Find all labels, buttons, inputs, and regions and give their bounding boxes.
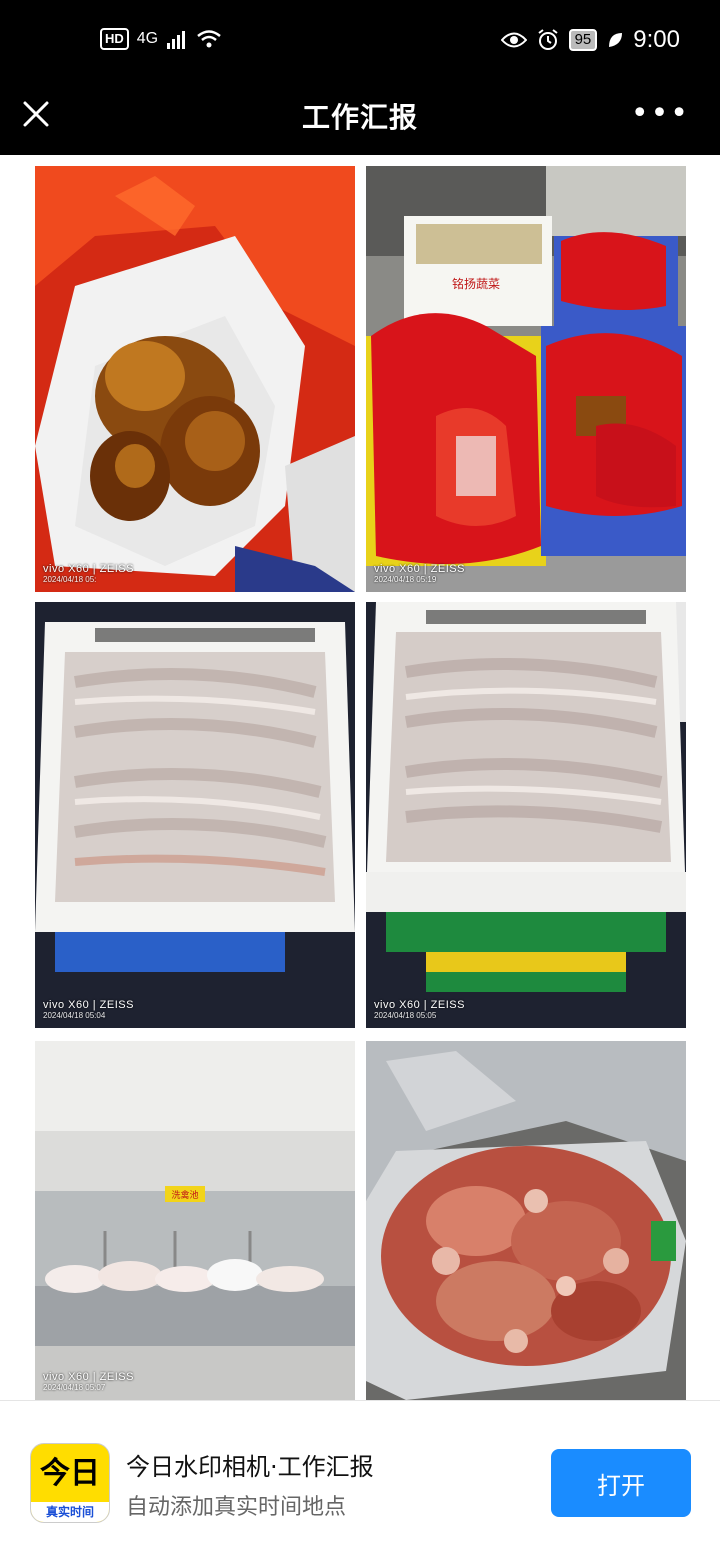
poultry-sink-image: 洗禽池	[35, 1041, 355, 1400]
sink-sign: 洗禽池	[171, 1189, 198, 1201]
status-left: HD 4G	[100, 28, 222, 50]
photo-watermark: vivo X60 | ZEISS 2024/04/18 05:	[43, 563, 134, 584]
app-icon-caption: 真实时间	[31, 1502, 109, 1522]
roast-chicken-image	[35, 166, 355, 592]
app-icon[interactable]: 今日 真实时间	[30, 1443, 110, 1523]
photo-watermark: vivo X60 | ZEISS 2024/04/18 05:04	[43, 999, 134, 1020]
photo-roast-chicken[interactable]: vivo X60 | ZEISS 2024/04/18 05:	[35, 166, 355, 592]
photo-poultry-sink[interactable]: 洗禽池 vivo X60 | ZEISS 2024/04/18 05:07	[35, 1041, 355, 1400]
watermark-timestamp: 2024/04/18 05:	[43, 575, 97, 584]
status-right: 95 9:00	[500, 26, 680, 54]
alarm-icon	[537, 29, 558, 50]
poultry-crate-image	[366, 602, 686, 1028]
app-description: 自动添加真实时间地点	[126, 1495, 347, 1520]
network-label: 4G	[136, 30, 159, 47]
watermark-brand: vivo X60 | ZEISS	[43, 1371, 134, 1383]
eye-icon	[500, 32, 527, 48]
photo-raw-meat[interactable]	[366, 1041, 686, 1400]
watermark-timestamp: 2024/04/18 05:19	[374, 575, 437, 584]
photo-poultry-crate-1[interactable]: vivo X60 | ZEISS 2024/04/18 05:04	[35, 602, 355, 1028]
watermark-brand: vivo X60 | ZEISS	[43, 999, 134, 1011]
battery-indicator: 95	[568, 29, 598, 51]
clock: 9:00	[633, 26, 680, 53]
app-name: 今日水印相机·工作汇报	[126, 1453, 374, 1481]
photo-crates-red-bags[interactable]: 铭扬蔬菜 vivo X60 | ZEISS 2024/04/18 05:19	[366, 166, 686, 592]
watermark-timestamp: 2024/04/18 05:04	[43, 1011, 106, 1020]
top-navbar: 工作汇报 •••	[0, 80, 720, 155]
photo-watermark: vivo X60 | ZEISS 2024/04/18 05:19	[374, 563, 465, 584]
status-bar: HD 4G 95 9:00	[0, 0, 720, 80]
watermark-timestamp: 2024/04/18 05:07	[43, 1383, 106, 1392]
photo-watermark: vivo X60 | ZEISS 2024/04/18 05:07	[43, 1371, 134, 1392]
photo-grid: vivo X60 | ZEISS 2024/04/18 05: 铭扬蔬菜 viv	[0, 155, 720, 1400]
raw-meat-image	[366, 1041, 686, 1400]
photo-poultry-crate-2[interactable]: vivo X60 | ZEISS 2024/04/18 05:05	[366, 602, 686, 1028]
watermark-brand: vivo X60 | ZEISS	[374, 563, 465, 575]
crates-image: 铭扬蔬菜	[366, 166, 686, 592]
app-promo-banner: 今日 真实时间 今日水印相机·工作汇报 自动添加真实时间地点 打开	[0, 1400, 720, 1561]
watermark-brand: vivo X60 | ZEISS	[374, 999, 465, 1011]
signal-icon	[167, 31, 186, 49]
photo-watermark: vivo X60 | ZEISS 2024/04/18 05:05	[374, 999, 465, 1020]
poultry-crate-image	[35, 602, 355, 1028]
leaf-icon	[609, 33, 623, 47]
watermark-timestamp: 2024/04/18 05:05	[374, 1011, 437, 1020]
watermark-brand: vivo X60 | ZEISS	[43, 563, 134, 575]
app-icon-title: 今日	[40, 1456, 100, 1491]
hd-badge: HD	[100, 28, 129, 50]
wifi-icon	[197, 30, 221, 48]
page-title: 工作汇报	[301, 101, 418, 134]
open-app-button[interactable]: 打开	[551, 1449, 691, 1517]
more-menu-icon[interactable]: •••	[631, 96, 690, 131]
crate-label: 铭扬蔬菜	[452, 276, 500, 291]
